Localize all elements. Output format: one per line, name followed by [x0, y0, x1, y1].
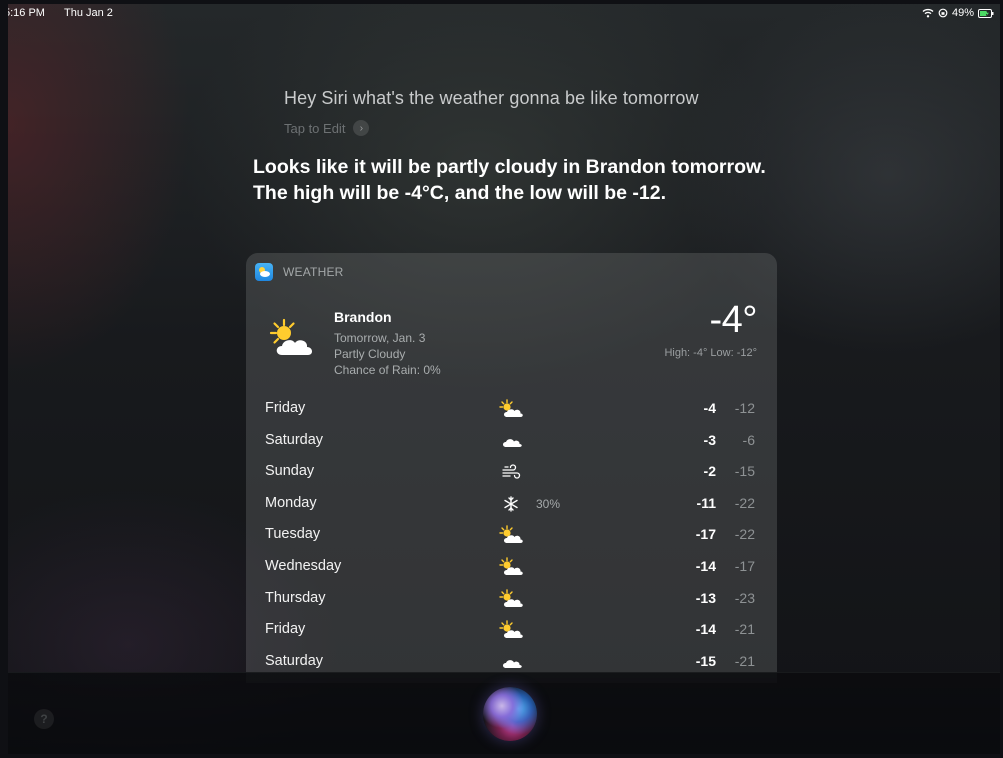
- forecast-day: Wednesday: [265, 557, 342, 574]
- forecast-high: -2: [703, 463, 716, 480]
- status-indicators: 49%: [922, 4, 994, 22]
- status-time: 5:16 PM: [8, 7, 45, 19]
- weather-app-icon: [255, 263, 273, 281]
- forecast-row: Sunday -2 -15: [246, 457, 777, 489]
- forecast-row: Monday 30% -11 -22: [246, 489, 777, 521]
- forecast-day: Sunday: [265, 463, 315, 480]
- forecast-day: Saturday: [265, 431, 324, 448]
- cloud-icon: [498, 652, 524, 672]
- siri-orb-icon[interactable]: [483, 687, 537, 741]
- forecast-row: Wednesday -14 -17: [246, 552, 777, 584]
- forecast-low: -12: [734, 400, 755, 416]
- forecast-high: -15: [695, 652, 716, 669]
- forecast-low: -15: [734, 463, 755, 480]
- forecast-high: -14: [695, 557, 716, 574]
- forecast-day: Monday: [265, 494, 317, 511]
- status-bar: 5:16 PM Thu Jan 2 49%: [8, 4, 1000, 22]
- wifi-icon: [922, 8, 934, 18]
- chance-of-rain: Chance of Rain: 0%: [334, 363, 441, 377]
- card-header: WEATHER: [255, 263, 344, 281]
- forecast-day: Friday: [265, 400, 306, 416]
- forecast-low: -6: [742, 431, 755, 448]
- forecast-high: -17: [695, 526, 716, 543]
- siri-answer: Looks like it will be partly cloudy in B…: [253, 156, 766, 204]
- forecast-low: -22: [734, 526, 755, 543]
- forecast-row: Saturday -3 -6: [246, 426, 777, 458]
- weather-card[interactable]: WEATHER Brandon Tomorrow, Jan. 3 Partly …: [246, 253, 777, 683]
- siri-bottom-bar: ?: [8, 672, 1000, 754]
- forecast-row: Friday -14 -21: [246, 615, 777, 647]
- status-date: Thu Jan 2: [64, 7, 113, 19]
- battery-percent: 49%: [951, 7, 974, 19]
- wind-icon: [498, 462, 524, 482]
- rotation-lock-icon: [938, 8, 948, 18]
- forecast-day: Friday: [265, 621, 306, 638]
- forecast-high: -13: [695, 589, 716, 606]
- forecast-date: Tomorrow, Jan. 3: [334, 331, 426, 345]
- help-button[interactable]: ?: [34, 709, 54, 729]
- forecast-low: -23: [734, 589, 755, 606]
- forecast-day: Thursday: [265, 589, 326, 606]
- high-low-summary: High: -4° Low: -12°: [664, 347, 757, 359]
- siri-screen: 5:16 PM Thu Jan 2 49% Hey Siri what's th…: [8, 4, 1000, 754]
- forecast-row: Friday -4 -12: [246, 394, 777, 426]
- partly-sunny-icon: [498, 399, 524, 419]
- forecast-day: Tuesday: [265, 526, 321, 543]
- siri-query-text[interactable]: Hey Siri what's the weather gonna be lik…: [284, 88, 699, 109]
- forecast-list: Friday -4 -12 Saturday -3 -6 Sunday -2 -15 Monday…: [246, 394, 777, 678]
- forecast-low: -21: [734, 652, 755, 669]
- chevron-right-icon: ›: [353, 120, 370, 136]
- forecast-high: -4: [703, 400, 716, 416]
- precipitation-chance: 30%: [536, 496, 561, 511]
- forecast-high: -14: [695, 621, 716, 638]
- partly-sunny-icon: [498, 525, 524, 545]
- forecast-low: -22: [734, 494, 755, 511]
- city-name: Brandon: [334, 309, 392, 325]
- tap-to-edit-label: Tap to Edit: [284, 120, 346, 136]
- forecast-row: Tuesday -17 -22: [246, 520, 777, 552]
- forecast-low: -21: [734, 621, 755, 638]
- tap-to-edit-button[interactable]: Tap to Edit ›: [284, 120, 370, 136]
- cloud-icon: [498, 431, 524, 451]
- current-temperature: -4°: [709, 299, 758, 341]
- partly-sunny-icon: [269, 318, 313, 355]
- partly-sunny-icon: [498, 557, 524, 577]
- forecast-row: Thursday -13 -23: [246, 584, 777, 616]
- battery-charging-icon: [978, 8, 994, 18]
- condition-text: Partly Cloudy: [334, 347, 406, 361]
- forecast-high: -11: [696, 494, 716, 511]
- forecast-high: -3: [703, 431, 716, 448]
- partly-sunny-icon: [498, 620, 524, 640]
- card-app-label: WEATHER: [283, 265, 344, 279]
- forecast-low: -17: [734, 557, 755, 574]
- snowflake-icon: [498, 494, 524, 514]
- forecast-day: Saturday: [265, 652, 324, 669]
- partly-sunny-icon: [498, 588, 524, 609]
